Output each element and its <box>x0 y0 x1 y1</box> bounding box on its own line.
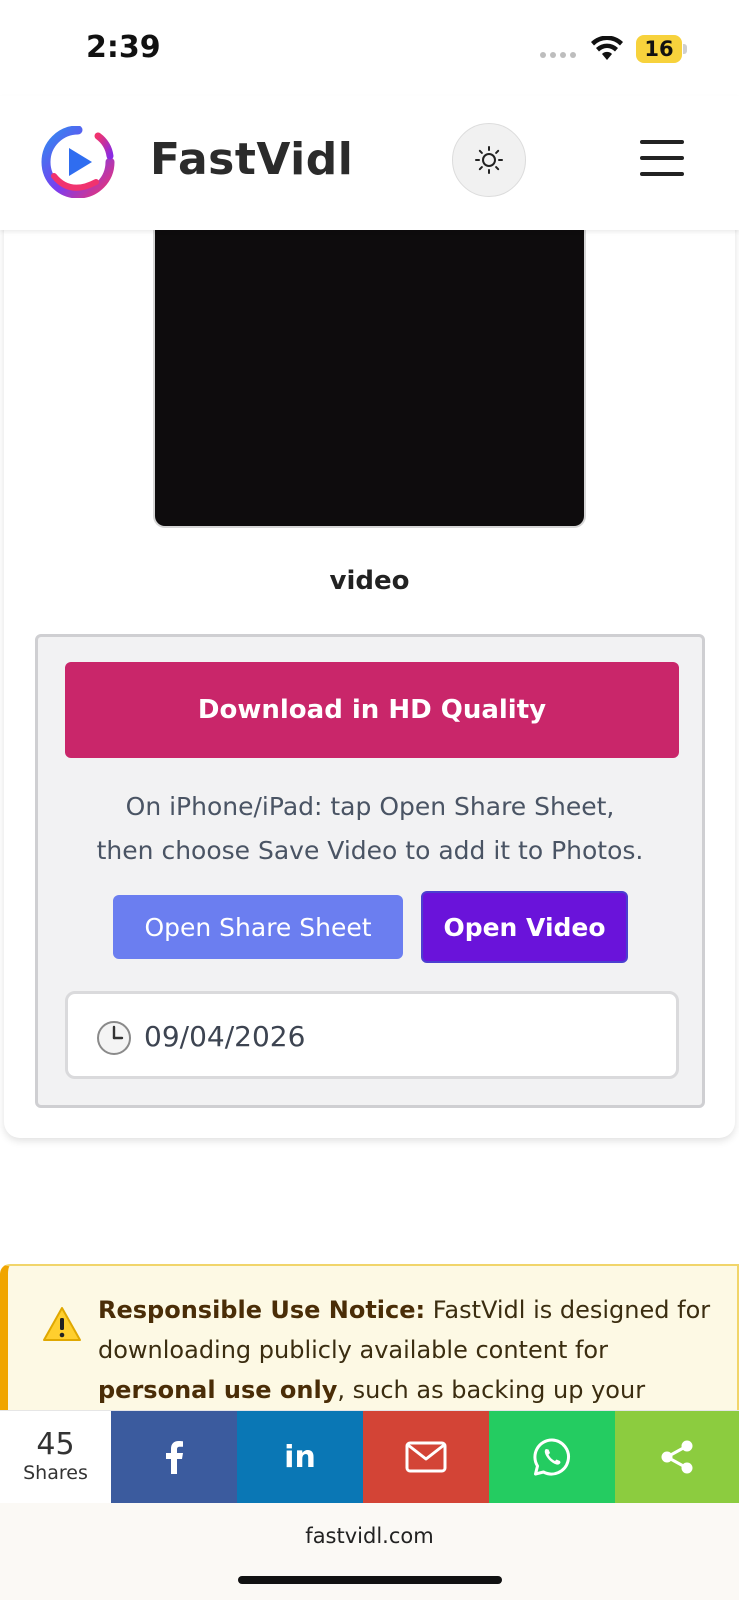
share-icon <box>661 1440 693 1474</box>
notice-body: , such as backing up your <box>337 1376 646 1404</box>
clock-icon <box>97 1021 131 1055</box>
battery-icon: 16 <box>636 35 688 63</box>
status-time: 2:39 <box>86 30 161 65</box>
page: 2:39 16 FastVidl video Download in HD Qu… <box>0 0 739 1600</box>
status-bar: 2:39 16 <box>0 0 739 96</box>
app-header: FastVidl <box>0 96 739 230</box>
instruction-line: On iPhone/iPad: tap Open Share Sheet, <box>125 792 615 821</box>
hamburger-menu-icon[interactable] <box>640 138 686 178</box>
whatsapp-icon <box>533 1438 570 1476</box>
share-count-number: 45 <box>36 1427 75 1462</box>
download-panel: Download in HD Quality On iPhone/iPad: t… <box>35 634 705 1108</box>
date-value: 09/04/2026 <box>144 1020 306 1053</box>
date-field: 09/04/2026 <box>65 991 679 1079</box>
video-title: video <box>329 566 410 596</box>
open-video-button[interactable]: Open Video <box>421 891 628 963</box>
ios-instruction: On iPhone/iPad: tap Open Share Sheet, th… <box>38 785 702 873</box>
download-hd-button[interactable]: Download in HD Quality <box>65 662 679 758</box>
share-count-label: Shares <box>23 1462 88 1484</box>
email-icon <box>405 1441 447 1473</box>
signal-icon <box>540 52 576 58</box>
fastvidl-logo-icon[interactable] <box>40 126 116 198</box>
share-bar: 45 Shares in <box>0 1410 739 1503</box>
video-player[interactable] <box>153 190 586 528</box>
facebook-icon <box>166 1441 183 1474</box>
warning-icon <box>43 1307 81 1341</box>
url-text[interactable]: fastvidl.com <box>0 1524 739 1548</box>
notice-emphasis: personal use only <box>98 1376 338 1404</box>
email-share-button[interactable] <box>363 1411 489 1503</box>
responsible-use-notice: Responsible Use Notice: FastVidl is desi… <box>0 1264 739 1424</box>
battery-level: 16 <box>644 37 674 61</box>
notice-text: Responsible Use Notice: FastVidl is desi… <box>98 1290 718 1410</box>
wifi-icon <box>591 36 623 60</box>
linkedin-icon: in <box>284 1439 316 1475</box>
facebook-share-button[interactable] <box>111 1411 237 1503</box>
home-indicator[interactable] <box>238 1576 502 1584</box>
share-count: 45 Shares <box>0 1411 111 1503</box>
browser-address-bar: fastvidl.com <box>0 1502 739 1600</box>
notice-heading: Responsible Use Notice: <box>98 1296 426 1324</box>
whatsapp-share-button[interactable] <box>489 1411 615 1503</box>
linkedin-share-button[interactable]: in <box>237 1411 363 1503</box>
theme-toggle-button[interactable] <box>452 123 526 197</box>
brand-name[interactable]: FastVidl <box>150 134 353 185</box>
instruction-line: then choose Save Video to add it to Phot… <box>96 836 644 865</box>
sun-icon <box>475 146 503 174</box>
more-share-button[interactable] <box>615 1411 739 1503</box>
open-share-sheet-button[interactable]: Open Share Sheet <box>113 895 403 959</box>
